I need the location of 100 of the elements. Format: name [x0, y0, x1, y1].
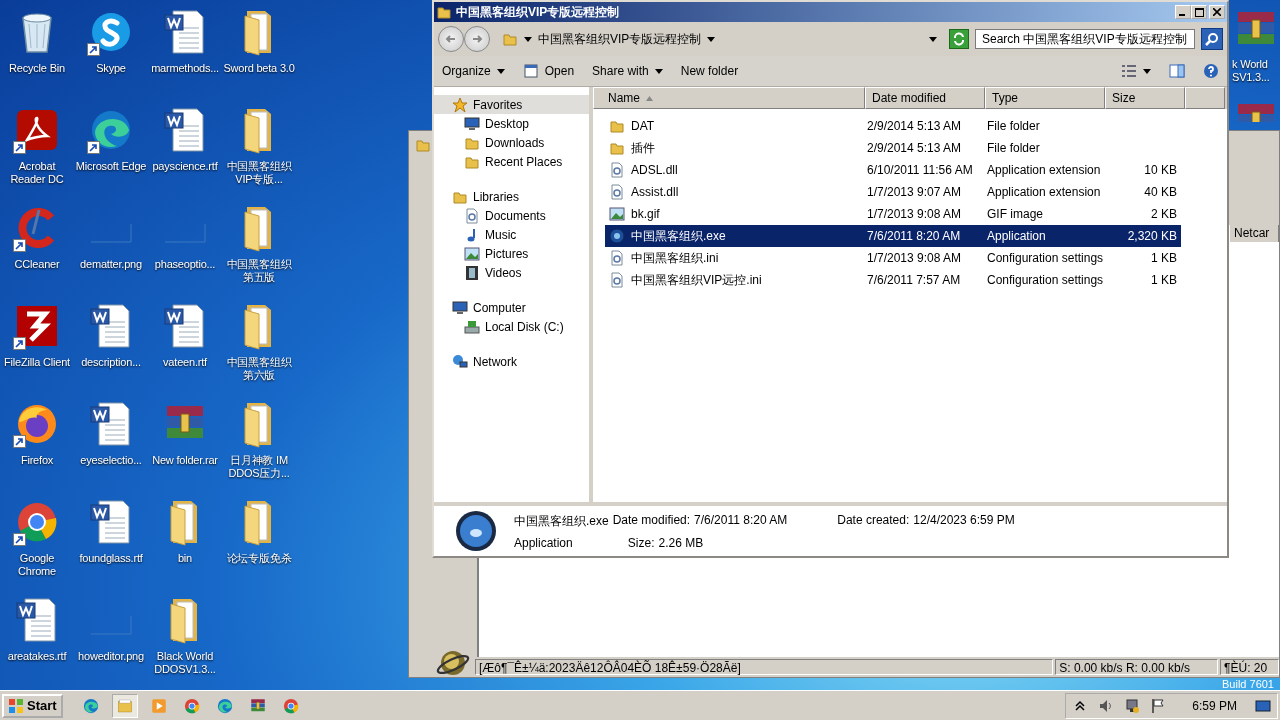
type-cell-text: Configuration settings	[987, 273, 1105, 287]
icon-label[interactable]: foundglass.rtf	[79, 552, 143, 565]
icon-label[interactable]: bin	[177, 552, 193, 565]
file-row[interactable]: 中国黑客组织.ini 1/7/2013 9:08 AM Configuration settings 1 KB	[605, 247, 1181, 269]
icon-label[interactable]: areatakes.rtf	[7, 650, 67, 663]
maximize-button[interactable]	[1191, 5, 1207, 19]
preview-pane-icon[interactable]	[1169, 63, 1185, 79]
column-header[interactable]	[1185, 87, 1225, 109]
refresh-icon	[952, 32, 966, 46]
file-row[interactable]: Assist.dll 1/7/2013 9:07 AM Application extension 40 KB	[605, 181, 1181, 203]
nav-item[interactable]: Network	[434, 352, 589, 371]
icon-label[interactable]: vateen.rtf	[163, 356, 207, 369]
clock[interactable]: 6:59 PM	[1192, 698, 1237, 713]
file-name: ADSL.dll	[631, 163, 678, 177]
maximize-icon	[1194, 7, 1204, 17]
toolbar-button[interactable]: Share with	[592, 62, 663, 80]
file-row[interactable]: ADSL.dll 6/10/2011 11:56 AM Application extension 10 KB	[605, 159, 1181, 181]
field-label: Size:	[627, 535, 655, 550]
date-cell-text: 1/7/2013 9:08 AM	[867, 207, 963, 221]
forward-button[interactable]	[464, 26, 490, 52]
help-icon[interactable]	[1203, 63, 1219, 79]
caret-icon	[707, 36, 716, 42]
list-view-icon	[1121, 63, 1137, 79]
search-button[interactable]	[1201, 28, 1223, 50]
icon-label[interactable]: dematter.png	[80, 258, 142, 271]
column-header[interactable]: Size	[1105, 87, 1185, 109]
date-cell-text: 1/7/2013 9:08 AM	[867, 251, 963, 265]
back-button[interactable]	[438, 26, 464, 52]
column-header[interactable]: Name	[593, 87, 865, 109]
minimize-button[interactable]	[1175, 5, 1191, 19]
toolbar-button[interactable]: Open	[522, 61, 575, 81]
computer-icon	[452, 299, 468, 316]
icon-label[interactable]: phaseoptio...	[154, 258, 216, 271]
status-field: ¶ÈÚ: 20	[1220, 659, 1279, 675]
file-row[interactable]: 中国黑客组织.exe 7/6/2011 8:20 AM Application 2,320 KB	[605, 225, 1181, 247]
icon-label[interactable]: Firefox	[20, 454, 54, 467]
network-icon[interactable]	[1124, 697, 1141, 714]
nav-item[interactable]: Libraries	[434, 187, 589, 206]
nav-item[interactable]: Computer	[434, 298, 589, 317]
icon-label[interactable]: Sword beta 3.0	[223, 62, 295, 75]
nav-item[interactable]: Recent Places	[434, 152, 589, 171]
nav-item[interactable]: Local Disk (C:)	[434, 317, 589, 336]
date-cell-text: 1/7/2013 9:07 AM	[867, 185, 963, 199]
date-cell-text: 6/10/2011 11:56 AM	[867, 163, 974, 177]
icon-label[interactable]: FileZilla Client	[4, 356, 70, 369]
app-icon	[454, 509, 498, 553]
file-name: DAT	[631, 119, 655, 133]
icon-label[interactable]: 中国黑客组织VIP专版...	[222, 160, 296, 186]
icon-label[interactable]: k World SV1.3...	[1232, 58, 1278, 84]
file-row[interactable]: DAT 2/9/2014 5:13 AM File folder	[605, 115, 1181, 137]
toolbar-button[interactable]: Organize	[442, 62, 505, 80]
size-cell-text: 2 KB	[1150, 207, 1177, 221]
file-row[interactable]: bk.gif 1/7/2013 9:08 AM GIF image 2 KB	[605, 203, 1181, 225]
nav-item[interactable]: Favorites	[434, 95, 589, 114]
settings-file-icon	[609, 272, 625, 288]
close-icon	[1213, 8, 1221, 16]
icon-label[interactable]: 日月神教 IM DDOS压力...	[222, 454, 296, 480]
icon-label[interactable]: Black World DDOSV1.3...	[148, 650, 222, 676]
icon-label[interactable]: Skype	[96, 62, 126, 75]
icon-label[interactable]: New folder.rar	[152, 454, 218, 467]
window-title: 中国黑客组织VIP专版远程控制	[456, 3, 621, 21]
icon-label[interactable]: 中国黑客组织第五版	[222, 258, 296, 284]
icon-label[interactable]: 论坛专版免杀	[226, 552, 292, 565]
caret-icon	[524, 36, 532, 42]
icon-label[interactable]: payscience.rtf	[152, 160, 218, 173]
search-field[interactable]: Search 中国黑客组织VIP专版远程控制	[975, 29, 1195, 49]
file-row[interactable]: 插件 2/9/2014 5:13 AM File folder	[605, 137, 1181, 159]
media-player-icon	[149, 696, 168, 715]
folder-icon	[609, 118, 625, 134]
nav-item[interactable]: Downloads	[434, 133, 589, 152]
icon-label[interactable]: 中国黑客组织第六版	[222, 356, 296, 382]
nav-item[interactable]: Music	[434, 225, 589, 244]
column-header[interactable]: Date modified	[865, 87, 985, 109]
icon-label[interactable]: eyeselectio...	[80, 454, 142, 467]
show-desktop-icon[interactable]	[1255, 697, 1271, 714]
icon-label[interactable]: Microsoft Edge	[75, 160, 147, 173]
size-cell-text: 10 KB	[1143, 163, 1177, 177]
close-button[interactable]	[1209, 5, 1225, 19]
refresh-button[interactable]	[949, 29, 969, 49]
toolbar-button[interactable]: New folder	[680, 62, 739, 80]
flag-icon[interactable]	[1150, 697, 1167, 714]
type-cell-text: Application	[987, 229, 1047, 243]
size-cell-text: 40 KB	[1143, 185, 1177, 199]
icon-label[interactable]: Google Chrome	[0, 552, 74, 578]
icon-label[interactable]: howeditor.png	[78, 650, 144, 663]
nav-item[interactable]: Documents	[434, 206, 589, 225]
nav-item[interactable]: Desktop	[434, 114, 589, 133]
browser-icon	[182, 696, 201, 715]
column-header[interactable]: Type	[985, 87, 1105, 109]
film-icon	[464, 264, 480, 281]
start-button[interactable]: Start	[2, 693, 63, 718]
nav-item[interactable]: Pictures	[434, 244, 589, 263]
icon-label[interactable]: Recycle Bin	[9, 62, 65, 75]
icon-label[interactable]: marmethods...	[151, 62, 219, 75]
file-row[interactable]: 中国黑客组织VIP远控.ini 7/6/2011 7:57 AM Configuration settings 1 KB	[605, 269, 1181, 291]
icon-label[interactable]: CCleaner	[14, 258, 60, 271]
icon-label[interactable]: Acrobat Reader DC	[0, 160, 74, 186]
size-cell-text: 1 KB	[1150, 251, 1177, 265]
nav-item[interactable]: Videos	[434, 263, 589, 282]
icon-label[interactable]: description...	[81, 356, 141, 369]
